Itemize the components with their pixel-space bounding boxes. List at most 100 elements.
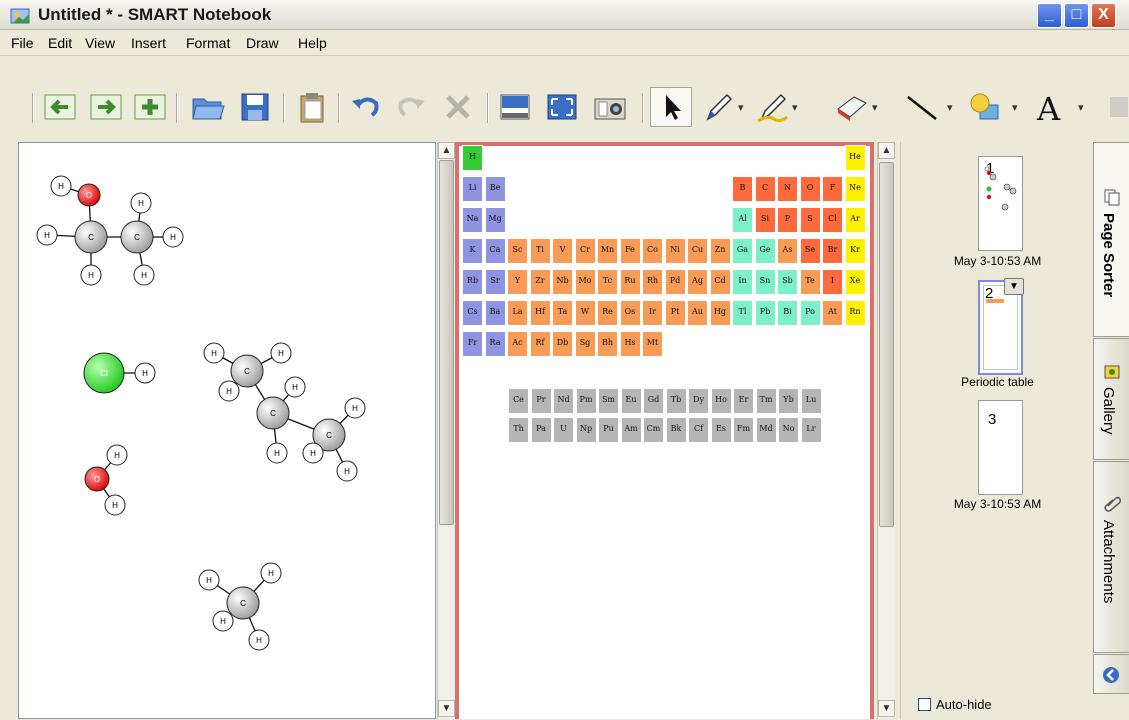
atom-label: C bbox=[134, 233, 140, 242]
line-icon[interactable] bbox=[904, 89, 940, 125]
page-caption: May 3-10:53 AM bbox=[953, 254, 1042, 268]
maximize-button[interactable]: □ bbox=[1064, 3, 1089, 28]
pen-dropdown-icon[interactable]: ▾ bbox=[738, 101, 744, 114]
element-Tb: Tb bbox=[665, 388, 687, 414]
collapse-panel-button[interactable] bbox=[1093, 654, 1129, 694]
select-icon[interactable] bbox=[654, 89, 690, 125]
element-Re: Re bbox=[597, 300, 618, 326]
forward-arrow-icon[interactable] bbox=[88, 89, 124, 125]
element-Mt: Mt bbox=[642, 331, 663, 357]
capture-icon[interactable] bbox=[592, 89, 628, 125]
element-K: K bbox=[462, 238, 483, 264]
eraser-icon[interactable] bbox=[834, 89, 870, 125]
scroll-thumb[interactable] bbox=[879, 162, 894, 527]
element-B: B bbox=[732, 176, 753, 202]
page-number: 3 bbox=[988, 411, 997, 428]
gallery-icon bbox=[1104, 365, 1120, 379]
more-tools-icon[interactable] bbox=[1100, 89, 1129, 125]
atom-label: H bbox=[278, 349, 284, 358]
undo-icon[interactable] bbox=[348, 89, 384, 125]
atom-label: C bbox=[88, 233, 94, 242]
menu-format[interactable]: Format bbox=[186, 35, 230, 51]
atom-label: H bbox=[114, 451, 120, 460]
checkbox-box[interactable] bbox=[918, 698, 931, 711]
creative-pen-dropdown-icon[interactable]: ▾ bbox=[792, 101, 798, 114]
menu-edit[interactable]: Edit bbox=[48, 35, 72, 51]
element-Ti: Ti bbox=[529, 238, 551, 264]
minimize-button[interactable]: _ bbox=[1037, 3, 1062, 28]
page-thumbnail-1[interactable]: 1 bbox=[978, 156, 1023, 251]
scroll-down-arrow-icon[interactable]: ▼ bbox=[878, 700, 895, 717]
eraser-dropdown-icon[interactable]: ▾ bbox=[872, 101, 878, 114]
element-Am: Am bbox=[620, 417, 642, 443]
open-folder-icon[interactable] bbox=[190, 89, 226, 125]
paste-icon[interactable] bbox=[295, 89, 331, 125]
tab-attachments[interactable]: Attachments bbox=[1093, 461, 1129, 653]
element-Lr: Lr bbox=[800, 417, 822, 443]
screen-shade-icon[interactable] bbox=[497, 89, 533, 125]
delete-icon[interactable] bbox=[440, 89, 476, 125]
element-Si: Si bbox=[754, 207, 776, 233]
scroll-down-arrow-icon[interactable]: ▼ bbox=[438, 700, 455, 717]
line-dropdown-icon[interactable]: ▾ bbox=[947, 101, 953, 114]
atom-label: H bbox=[274, 449, 280, 458]
atom-label: H bbox=[220, 617, 226, 626]
element-Sc: Sc bbox=[507, 238, 528, 264]
shapes-dropdown-icon[interactable]: ▾ bbox=[1012, 101, 1018, 114]
smart-notebook-logo-icon bbox=[10, 8, 30, 24]
molecules-drawing: H O H C C H H H H Cl H H H C H H C H C H bbox=[36, 175, 366, 651]
menu-file[interactable]: File bbox=[11, 35, 34, 51]
element-Ga: Ga bbox=[732, 238, 753, 264]
element-Tc: Tc bbox=[597, 269, 618, 295]
save-icon[interactable] bbox=[237, 89, 273, 125]
molecules-thumbnail bbox=[984, 166, 1017, 211]
pen-icon[interactable] bbox=[700, 89, 736, 125]
back-arrow-icon[interactable] bbox=[42, 89, 78, 125]
element-Rb: Rb bbox=[462, 269, 483, 295]
element-Sb: Sb bbox=[777, 269, 798, 295]
element-Sg: Sg bbox=[574, 331, 596, 357]
page-menu-dropdown-icon[interactable]: ▼ bbox=[1004, 278, 1024, 295]
page-sorter-icon bbox=[1104, 189, 1120, 206]
element-V: V bbox=[552, 238, 573, 264]
element-Be: Be bbox=[484, 176, 506, 202]
element-Nd: Nd bbox=[553, 388, 574, 414]
page-thumbnail-3[interactable]: 3 bbox=[978, 400, 1023, 495]
menu-help[interactable]: Help bbox=[298, 35, 327, 51]
element-Ba: Ba bbox=[484, 300, 506, 326]
page-1-canvas[interactable]: H O H C C H H H H Cl H H H C H H C H C H bbox=[18, 142, 436, 719]
full-screen-icon[interactable] bbox=[544, 89, 580, 125]
element-Ho: Ho bbox=[710, 388, 732, 414]
element-Te: Te bbox=[799, 269, 821, 295]
menu-draw[interactable]: Draw bbox=[246, 35, 279, 51]
title-bar[interactable]: Untitled * - SMART Notebook _ □ X bbox=[0, 0, 1129, 30]
tab-gallery[interactable]: Gallery bbox=[1093, 338, 1129, 460]
atom-label: H bbox=[226, 387, 232, 396]
shapes-icon[interactable] bbox=[966, 89, 1002, 125]
scroll-thumb[interactable] bbox=[439, 160, 454, 525]
close-button[interactable]: X bbox=[1091, 3, 1116, 28]
atom-label: H bbox=[310, 449, 316, 458]
menu-insert[interactable]: Insert bbox=[131, 35, 166, 51]
element-Pm: Pm bbox=[575, 388, 597, 414]
element-U: U bbox=[553, 417, 574, 443]
redo-icon[interactable] bbox=[393, 89, 429, 125]
element-Sm: Sm bbox=[598, 388, 619, 414]
text-dropdown-icon[interactable]: ▾ bbox=[1078, 101, 1084, 114]
auto-hide-checkbox[interactable]: Auto-hide bbox=[918, 697, 992, 712]
element-Er: Er bbox=[733, 388, 754, 414]
menu-view[interactable]: View bbox=[85, 35, 115, 51]
element-Np: Np bbox=[575, 417, 597, 443]
text-icon[interactable]: A bbox=[1032, 89, 1068, 125]
element-Pd: Pd bbox=[664, 269, 686, 295]
element-Cu: Cu bbox=[687, 238, 708, 264]
scroll-up-arrow-icon[interactable]: ▲ bbox=[438, 142, 455, 159]
element-Mn: Mn bbox=[597, 238, 618, 264]
left-scrollbar[interactable]: ▲ ▼ bbox=[437, 142, 455, 719]
middle-scrollbar[interactable]: ▲ ▼ bbox=[877, 142, 895, 719]
element-Pr: Pr bbox=[530, 388, 552, 414]
add-page-icon[interactable] bbox=[132, 89, 168, 125]
creative-pen-icon[interactable] bbox=[754, 89, 790, 125]
tab-page-sorter[interactable]: Page Sorter bbox=[1093, 142, 1129, 337]
scroll-up-arrow-icon[interactable]: ▲ bbox=[878, 142, 895, 159]
